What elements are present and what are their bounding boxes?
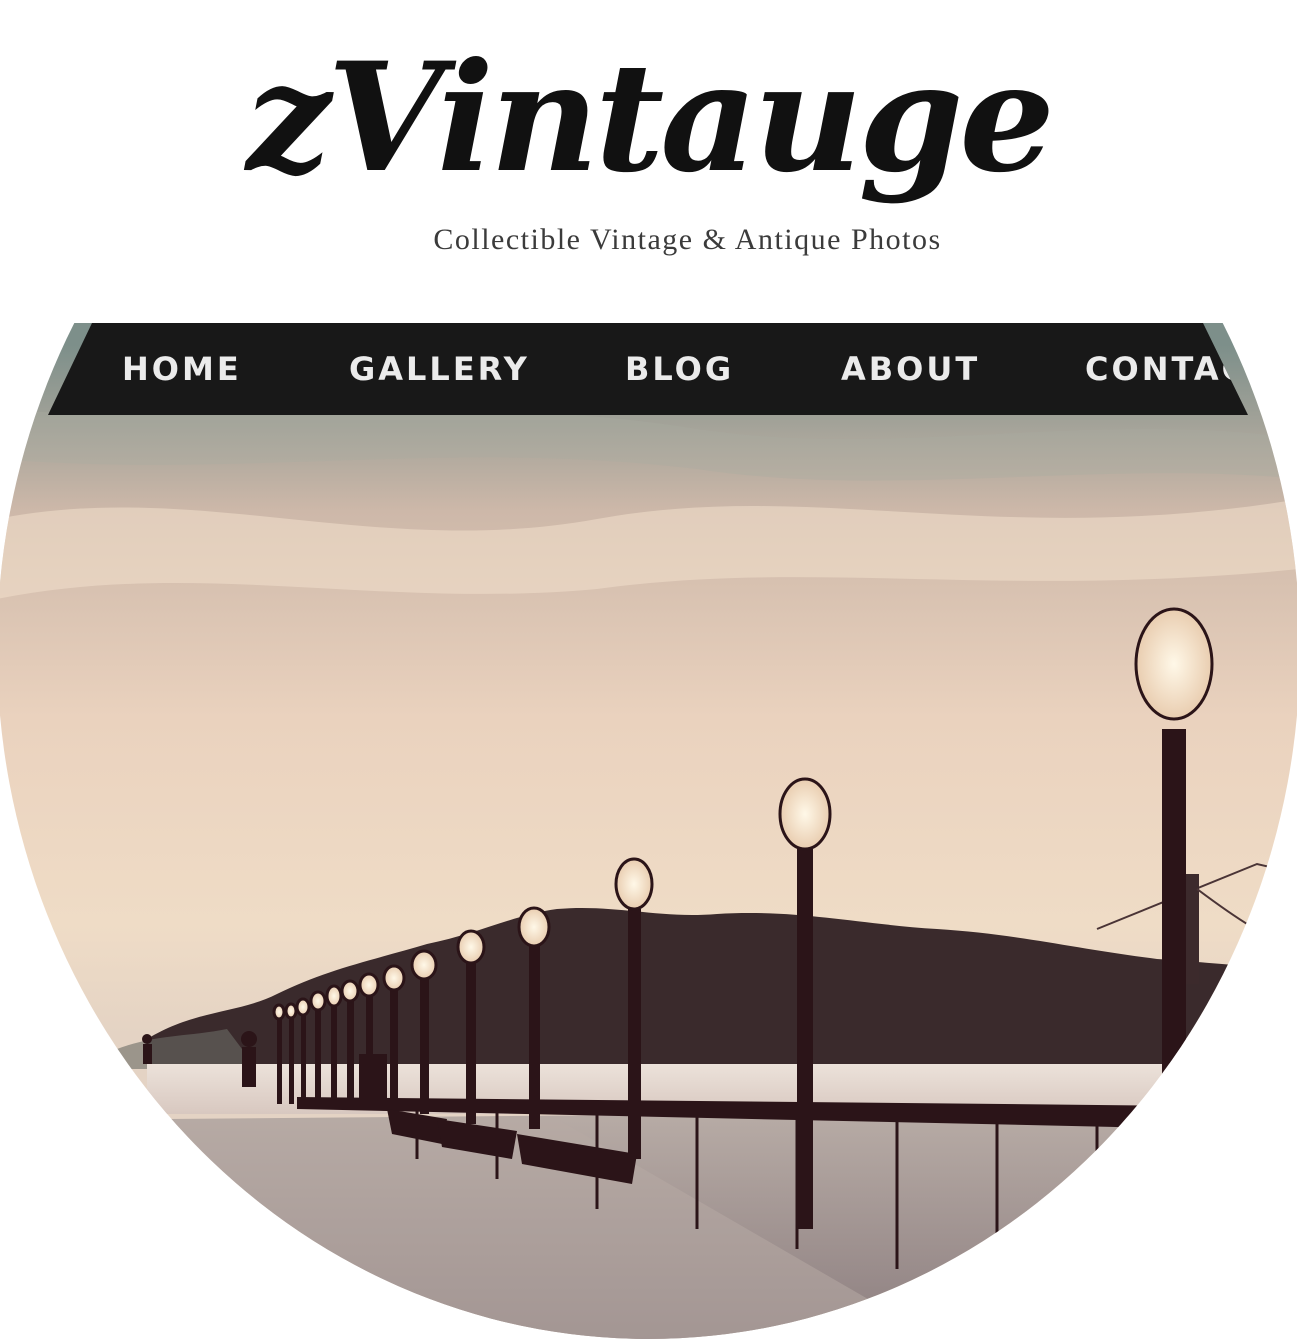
nav-item-about[interactable]: ABOUT [841,323,980,415]
main-navigation: HOME GALLERY BLOG ABOUT CONTACT [48,323,1248,415]
site-logo[interactable]: zVintauge [0,18,1297,218]
nav-item-blog[interactable]: BLOG [625,323,734,415]
page: zVintauge Collectible Vintage & Antique … [0,0,1297,1339]
nav-item-home[interactable]: HOME [122,323,242,415]
nav-item-gallery[interactable]: GALLERY [349,323,530,415]
site-tagline: Collectible Vintage & Antique Photos [433,223,942,256]
